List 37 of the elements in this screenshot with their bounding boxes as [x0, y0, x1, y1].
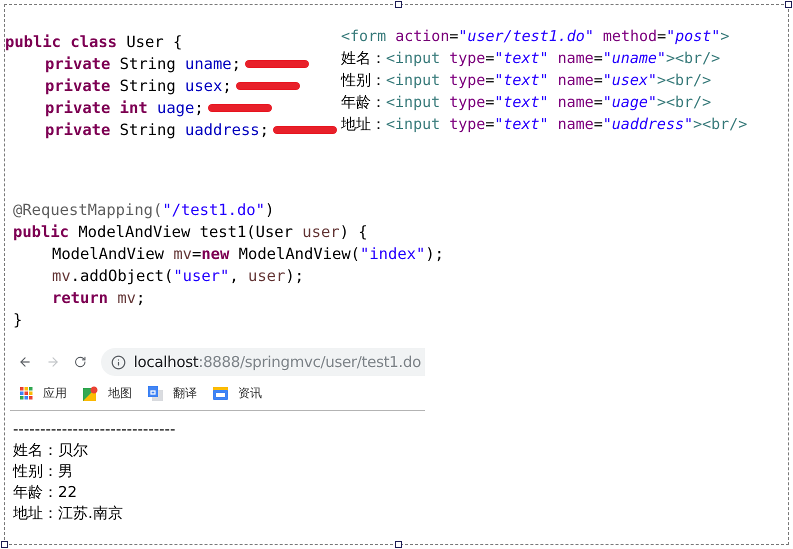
code-line: } [13, 310, 22, 331]
resize-handle[interactable] [395, 1, 402, 8]
address-bar[interactable]: localhost:8888/springmvc/user/test1.do [100, 348, 425, 376]
code-line: private int uage; [45, 98, 204, 119]
output-line: 姓名：贝尔 [13, 440, 88, 461]
code-line: 性别：<input type="text" name="usex"><br/> [341, 70, 712, 91]
translate-icon [148, 386, 163, 400]
code-line: private String usex; [45, 76, 232, 97]
code-line: private String uname; [45, 54, 241, 75]
code-line: ModelAndView mv=new ModelAndView("index"); [52, 244, 444, 265]
resize-handle[interactable] [1, 541, 8, 548]
code-line: 年龄：<input type="text" name="uage"><br/> [341, 92, 712, 113]
code-line: mv.addObject("user", user); [52, 266, 304, 287]
code-line: return mv; [52, 288, 146, 309]
output-line: 年龄：22 [13, 482, 78, 503]
bookmark-item[interactable]: 地图 [83, 384, 132, 402]
info-icon [110, 354, 126, 370]
code-line: 姓名：<input type="text" name="uname"><br/> [341, 48, 720, 69]
url-text: localhost:8888/springmvc/user/test1.do [134, 352, 421, 373]
app-grid-icon [20, 386, 33, 400]
code-line: public class User { [5, 32, 182, 53]
resize-handle[interactable] [785, 1, 792, 8]
code-line: public ModelAndView test1(User user) { [13, 222, 368, 243]
code-line: 地址：<input type="text" name="uaddress"><br/> [341, 114, 748, 135]
resize-handle[interactable] [395, 541, 402, 548]
map-icon [83, 386, 98, 400]
code-line: private String uaddress; [45, 120, 269, 141]
bookmark-item[interactable]: 翻译 [148, 384, 197, 402]
code-line: <form action="user/test1.do" method="post"> [341, 26, 730, 47]
news-icon [213, 386, 228, 400]
separator-text: ------------------------------ [13, 419, 176, 440]
reload-icon[interactable] [74, 354, 87, 370]
bookmark-item[interactable]: 应用 [20, 384, 67, 402]
bookmark-item[interactable]: 资讯 [213, 384, 262, 402]
output-line: 性别：男 [13, 461, 73, 482]
code-line: @RequestMapping("/test1.do") [13, 200, 274, 221]
output-line: 地址：江苏.南京 [13, 503, 123, 524]
